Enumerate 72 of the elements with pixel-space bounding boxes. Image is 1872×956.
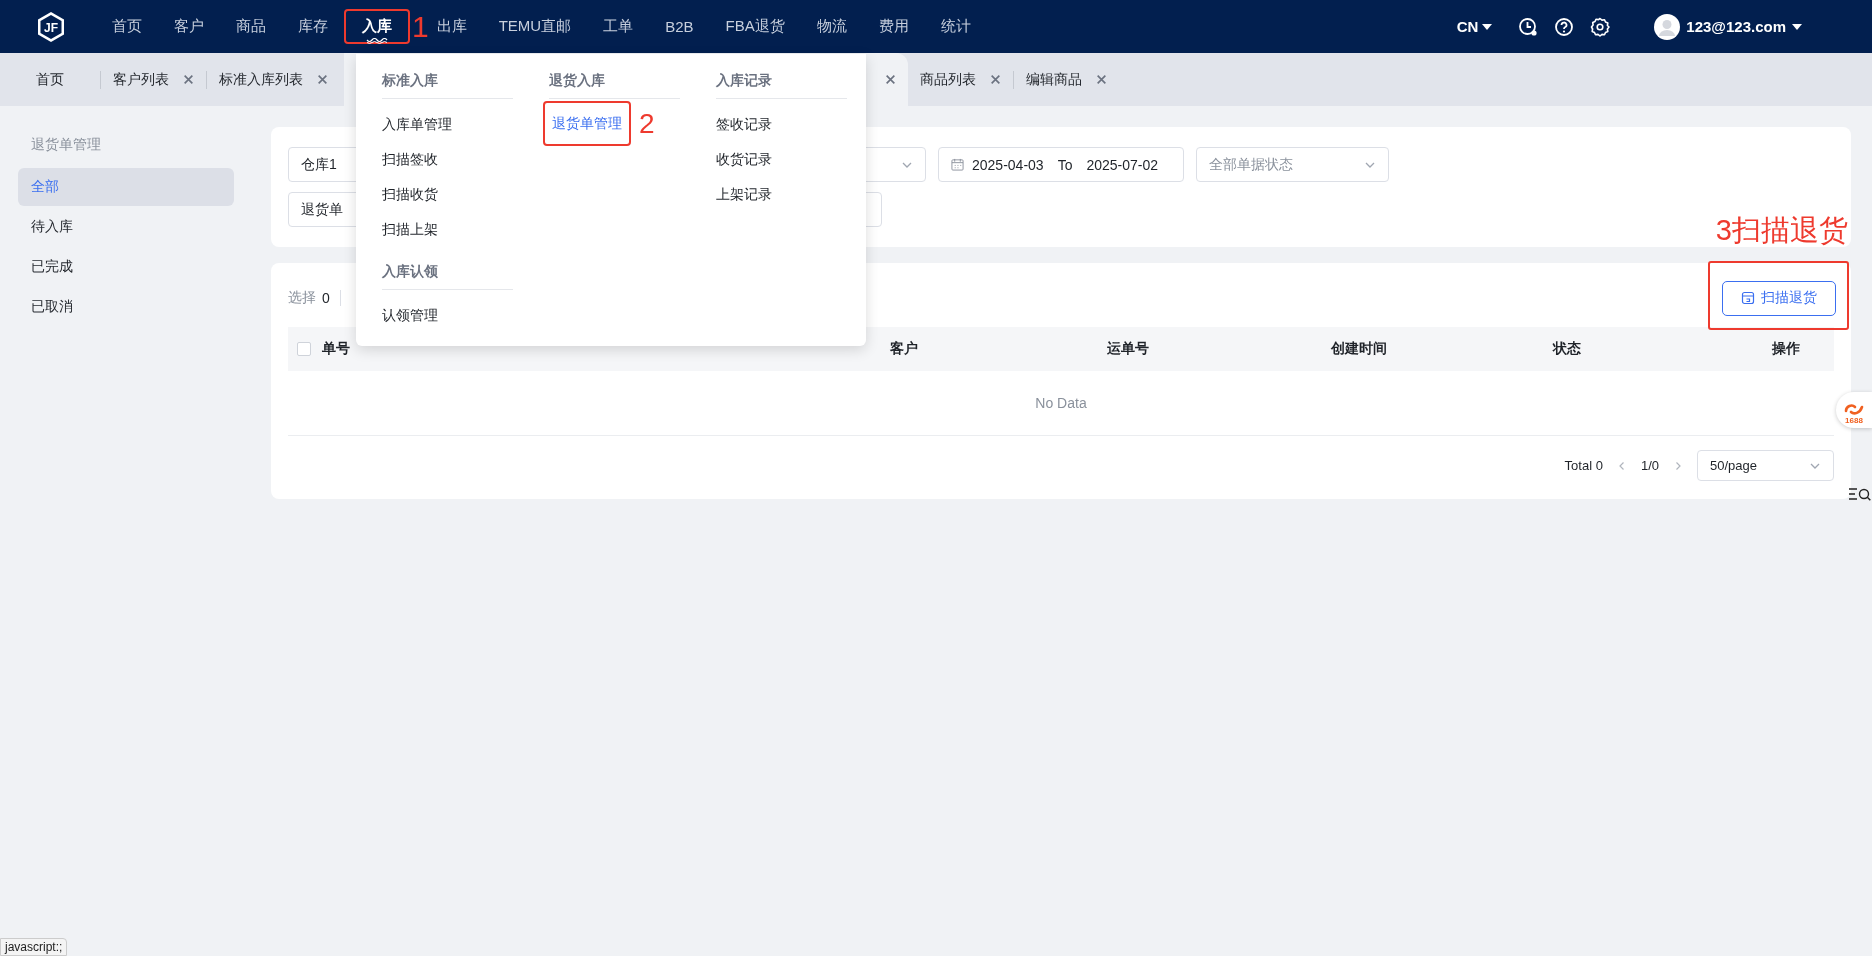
selection-count: 选择 0: [288, 289, 330, 307]
menu-group-title: 入库认领: [382, 259, 513, 290]
nav-item[interactable]: 首页: [96, 11, 158, 42]
menu-group-title: 退货入库: [549, 68, 680, 99]
scan-return-button[interactable]: 扫描退货: [1722, 280, 1836, 316]
nav-item[interactable]: TEMU直邮: [482, 11, 588, 42]
page-size-select[interactable]: 50/page: [1697, 450, 1834, 481]
menu-item[interactable]: 退货单管理: [552, 106, 622, 141]
nav-item[interactable]: 库存: [282, 11, 344, 42]
clock-icon[interactable]: [1518, 16, 1539, 37]
menu-item[interactable]: 入库单管理: [382, 107, 452, 142]
wave-underline-icon: [366, 38, 388, 44]
sidebar-item[interactable]: 已取消: [18, 288, 234, 326]
callout-label: 1: [412, 11, 429, 42]
sidebar-item[interactable]: 全部: [18, 168, 234, 206]
callout-label: 3扫描退货: [1715, 212, 1848, 248]
nav-item[interactable]: B2B: [649, 12, 710, 41]
page-tab[interactable]: 编辑商品: [1014, 53, 1119, 106]
caret-icon: [1482, 23, 1493, 30]
page-tab[interactable]: 商品列表: [908, 53, 1013, 106]
help-icon[interactable]: [1554, 16, 1575, 37]
close-icon[interactable]: [990, 74, 1001, 85]
nav-item[interactable]: 工单: [587, 11, 650, 42]
checkbox[interactable]: [297, 342, 311, 356]
page-tab[interactable]: 首页: [0, 53, 100, 106]
menu-group-title: 标准入库: [382, 68, 513, 99]
sidebar-item[interactable]: 已完成: [18, 248, 234, 286]
menu-item[interactable]: 扫描收货: [382, 177, 438, 212]
sidebar-title: 退货单管理: [30, 135, 102, 154]
list-search-icon[interactable]: [1848, 486, 1872, 502]
close-icon[interactable]: [183, 74, 194, 85]
menu-item[interactable]: 签收记录: [716, 107, 772, 142]
menu-group-title: 入库记录: [716, 68, 847, 99]
menu-item[interactable]: 扫描签收: [382, 142, 438, 177]
total-count: Total 0: [1564, 458, 1603, 473]
column-header: 状态: [1551, 340, 1582, 358]
nav-item[interactable]: FBA退货: [709, 11, 801, 42]
column-header: 运单号: [1106, 340, 1150, 358]
nav-item[interactable]: 客户: [158, 11, 220, 42]
column-header: 客户: [889, 340, 919, 358]
callout-label: 2: [639, 109, 655, 138]
calendar-icon: [951, 158, 964, 171]
column-header: 操作: [1771, 340, 1801, 358]
page-tab[interactable]: 标准入库列表: [207, 53, 340, 106]
language-selector[interactable]: CN: [1450, 17, 1499, 36]
menu-item[interactable]: 扫描上架: [382, 212, 438, 247]
logo[interactable]: JF: [36, 10, 66, 43]
sidebar-item[interactable]: 待入库: [18, 208, 234, 246]
settings-icon[interactable]: [1590, 16, 1611, 37]
column-header: 单号: [322, 340, 350, 358]
page-tab[interactable]: 客户列表: [101, 53, 206, 106]
nav-item[interactable]: 入库: [346, 11, 408, 42]
nav-item[interactable]: 物流: [800, 11, 863, 42]
date-range-field[interactable]: 2025-04-03 To 2025-07-02: [938, 147, 1184, 182]
menu-item[interactable]: 收货记录: [716, 142, 772, 177]
box-icon: [1741, 291, 1755, 305]
nav-item[interactable]: 商品: [220, 11, 282, 42]
close-icon[interactable]: [317, 74, 328, 85]
menu-item[interactable]: 上架记录: [716, 177, 772, 212]
nav-item[interactable]: 统计: [924, 11, 987, 42]
page-indicator: 1/0: [1640, 458, 1659, 473]
avatar-icon: [1654, 13, 1681, 40]
user-menu[interactable]: 123@123.com: [1648, 12, 1808, 41]
close-icon[interactable]: [1096, 74, 1107, 85]
nav-item[interactable]: 费用: [862, 11, 925, 42]
close-icon[interactable]: [885, 74, 896, 85]
status-tooltip: javascript:;: [0, 938, 68, 956]
column-header: 创建时间: [1330, 340, 1388, 358]
menu-item[interactable]: 认领管理: [382, 298, 438, 333]
caret-icon: [1792, 23, 1802, 30]
next-page-icon[interactable]: [1673, 460, 1683, 471]
empty-message: No Data: [1035, 395, 1087, 411]
